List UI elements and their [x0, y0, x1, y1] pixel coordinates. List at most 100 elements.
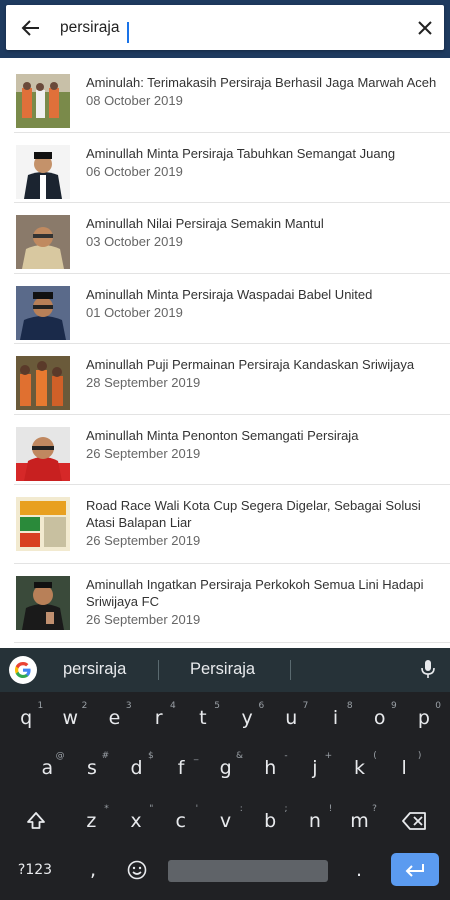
- space-key[interactable]: [168, 860, 328, 882]
- key-h[interactable]: h-: [248, 748, 293, 788]
- results-list: Aminulah: Terimakasih Persiraja Berhasil…: [0, 62, 450, 643]
- article-title: Aminullah Ingatkan Persiraja Perkokoh Se…: [86, 577, 424, 609]
- key-letter: f: [177, 757, 185, 779]
- key-s[interactable]: s #: [70, 748, 115, 788]
- key-b[interactable]: b;: [248, 801, 293, 841]
- backspace-key[interactable]: [394, 801, 436, 841]
- article-date: 06 October 2019: [86, 163, 183, 179]
- key-y[interactable]: y6: [225, 698, 269, 738]
- key-e[interactable]: e3: [92, 698, 136, 738]
- suggestion-2[interactable]: Persiraja: [190, 660, 255, 679]
- close-icon: [418, 21, 432, 35]
- key-hint: $: [148, 751, 154, 761]
- key-l[interactable]: l): [382, 748, 427, 788]
- key-f[interactable]: f _: [159, 748, 204, 788]
- article-title: Aminullah Nilai Persiraja Semakin Mantul: [86, 216, 324, 231]
- microphone-icon[interactable]: [420, 658, 436, 685]
- key-hint: 1: [37, 701, 44, 711]
- article-date: 26 September 2019: [86, 612, 201, 627]
- key-letter: d: [130, 757, 143, 779]
- symbols-key[interactable]: ?123: [12, 853, 58, 886]
- key-hint: ': [195, 804, 199, 814]
- key-m[interactable]: m?: [337, 801, 382, 841]
- key-hint: (: [373, 751, 377, 761]
- key-hint: +: [324, 751, 333, 761]
- key-q[interactable]: q1: [4, 698, 48, 738]
- key-hint: 0: [435, 701, 441, 711]
- article-thumbnail: [16, 356, 70, 410]
- article-date: 26 September 2019: [86, 445, 201, 461]
- key-p[interactable]: p0: [402, 698, 446, 738]
- key-hint: ;: [284, 804, 288, 814]
- period-key[interactable]: .: [344, 853, 374, 886]
- list-item[interactable]: Aminullah Minta Persiraja Waspadai Babel…: [14, 274, 450, 344]
- article-thumbnail: [16, 144, 70, 199]
- enter-key[interactable]: [391, 853, 439, 886]
- key-w[interactable]: w2: [48, 698, 92, 738]
- list-item[interactable]: Aminullah Ingatkan Persiraja Perkokoh Se…: [14, 564, 450, 643]
- key-hint: ): [417, 751, 422, 761]
- emoji-key[interactable]: [122, 853, 152, 886]
- google-icon[interactable]: [9, 656, 37, 684]
- key-hint: :: [239, 804, 243, 814]
- key-k[interactable]: k(: [337, 748, 382, 788]
- list-item[interactable]: Aminullah Puji Permainan Persiraja Kanda…: [14, 344, 450, 415]
- list-item[interactable]: Aminullah Nilai Persiraja Semakin Mantul…: [14, 203, 450, 274]
- key-z[interactable]: z *: [69, 801, 114, 841]
- emoji-icon: [127, 860, 147, 879]
- key-hint: 7: [302, 701, 309, 711]
- article-date: 28 September 2019: [86, 375, 201, 390]
- key-hint: 6: [258, 701, 265, 711]
- key-u[interactable]: u7: [269, 698, 313, 738]
- key-hint: 8: [346, 701, 353, 711]
- key-v[interactable]: v:: [203, 801, 248, 841]
- key-a[interactable]: a @: [25, 748, 70, 788]
- key-n[interactable]: n!: [293, 801, 338, 841]
- article-date: 03 October 2019: [86, 234, 183, 249]
- article-title: Road Race Wali Kota Cup Segera Digelar, …: [86, 498, 421, 530]
- key-letter: p: [417, 707, 430, 729]
- clear-button[interactable]: [410, 13, 440, 43]
- key-d[interactable]: d $: [114, 748, 159, 788]
- key-letter: t: [199, 707, 207, 729]
- article-title: Aminulah: Terimakasih Persiraja Berhasil…: [86, 75, 437, 90]
- article-title: Aminullah Minta Persiraja Waspadai Babel…: [86, 286, 373, 302]
- list-item[interactable]: Aminulah: Terimakasih Persiraja Berhasil…: [14, 62, 450, 133]
- article-thumbnail: [16, 576, 70, 630]
- key-letter: e: [108, 707, 121, 729]
- search-box: [6, 5, 444, 50]
- key-hint: *: [104, 804, 109, 814]
- backspace-icon: [402, 812, 426, 830]
- key-i[interactable]: i8: [313, 698, 357, 738]
- back-button[interactable]: [16, 13, 46, 43]
- suggestion-1[interactable]: persiraja: [63, 660, 126, 679]
- key-letter: m: [350, 810, 369, 832]
- arrow-left-icon: [21, 20, 39, 36]
- list-item[interactable]: Road Race Wali Kota Cup Segera Digelar, …: [14, 485, 450, 564]
- key-letter: c: [175, 810, 186, 832]
- article-thumbnail: [16, 285, 70, 340]
- key-g[interactable]: g &: [203, 748, 248, 788]
- key-r[interactable]: r4: [137, 698, 181, 738]
- key-letter: n: [308, 810, 321, 832]
- shift-key[interactable]: [16, 801, 56, 841]
- search-input[interactable]: [60, 13, 400, 43]
- key-x[interactable]: x ": [114, 801, 159, 841]
- key-letter: g: [219, 757, 232, 779]
- list-item[interactable]: Aminullah Minta Penonton Semangati Persi…: [14, 415, 450, 485]
- key-hint: !: [328, 804, 333, 814]
- key-o[interactable]: o9: [358, 698, 402, 738]
- key-letter: r: [154, 707, 163, 729]
- key-letter: v: [219, 810, 232, 832]
- key-j[interactable]: j +: [293, 748, 338, 788]
- article-title: Aminullah Minta Persiraja Tabuhkan Seman…: [86, 145, 396, 161]
- article-thumbnail: [16, 497, 70, 551]
- list-item[interactable]: Aminullah Minta Persiraja Tabuhkan Seman…: [14, 133, 450, 203]
- key-letter: i: [332, 707, 339, 729]
- search-header: [0, 0, 450, 58]
- key-t[interactable]: t5: [181, 698, 225, 738]
- key-c[interactable]: c ': [158, 801, 203, 841]
- comma-key[interactable]: ,: [78, 853, 108, 886]
- shift-icon: [27, 812, 45, 829]
- article-date: 08 October 2019: [86, 93, 183, 108]
